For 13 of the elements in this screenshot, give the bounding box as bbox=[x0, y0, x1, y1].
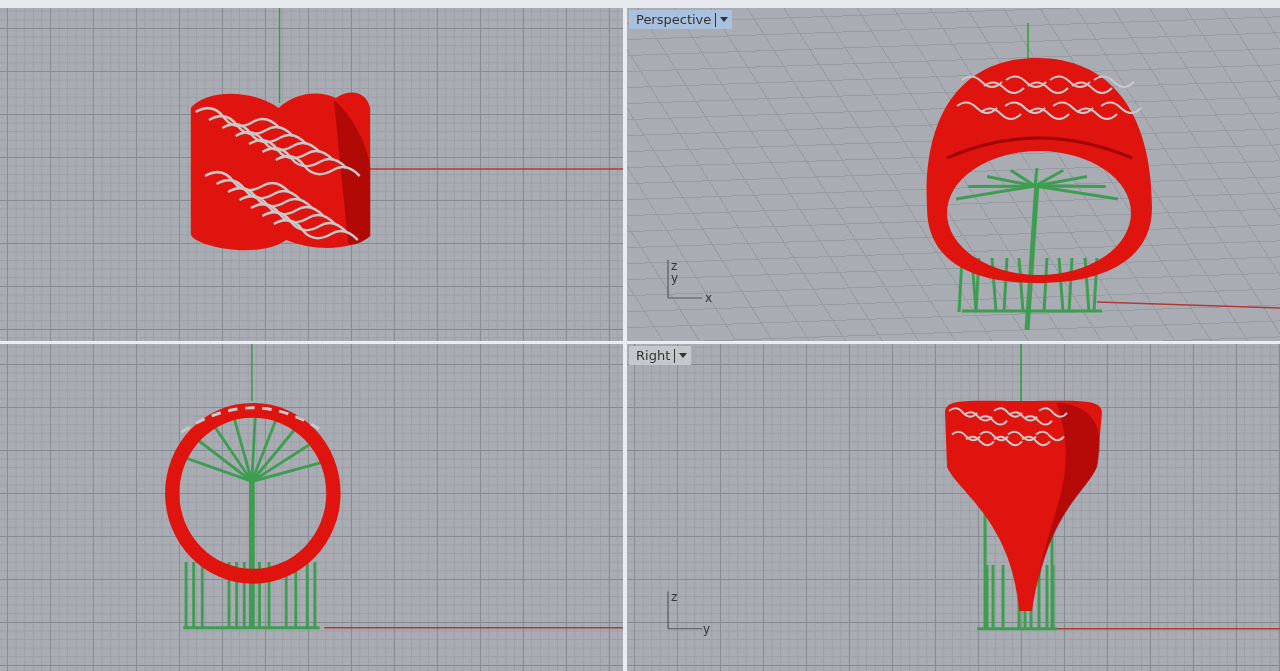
axis-label: x bbox=[705, 291, 713, 305]
axis-label: y bbox=[671, 271, 679, 285]
axis-indicator-icon bbox=[667, 259, 703, 299]
view-label-tab[interactable]: Perspective bbox=[629, 10, 733, 29]
axis-label: z bbox=[671, 259, 678, 273]
axis-indicator-icon bbox=[667, 590, 703, 630]
z-axis-line bbox=[251, 344, 253, 402]
caret-icon bbox=[679, 353, 688, 358]
view-label-tab[interactable]: Right bbox=[629, 346, 692, 365]
axis-label: y bbox=[703, 621, 711, 636]
caret-icon bbox=[720, 17, 729, 22]
axis-label: z bbox=[671, 590, 678, 605]
z-axis-line bbox=[1020, 344, 1022, 404]
